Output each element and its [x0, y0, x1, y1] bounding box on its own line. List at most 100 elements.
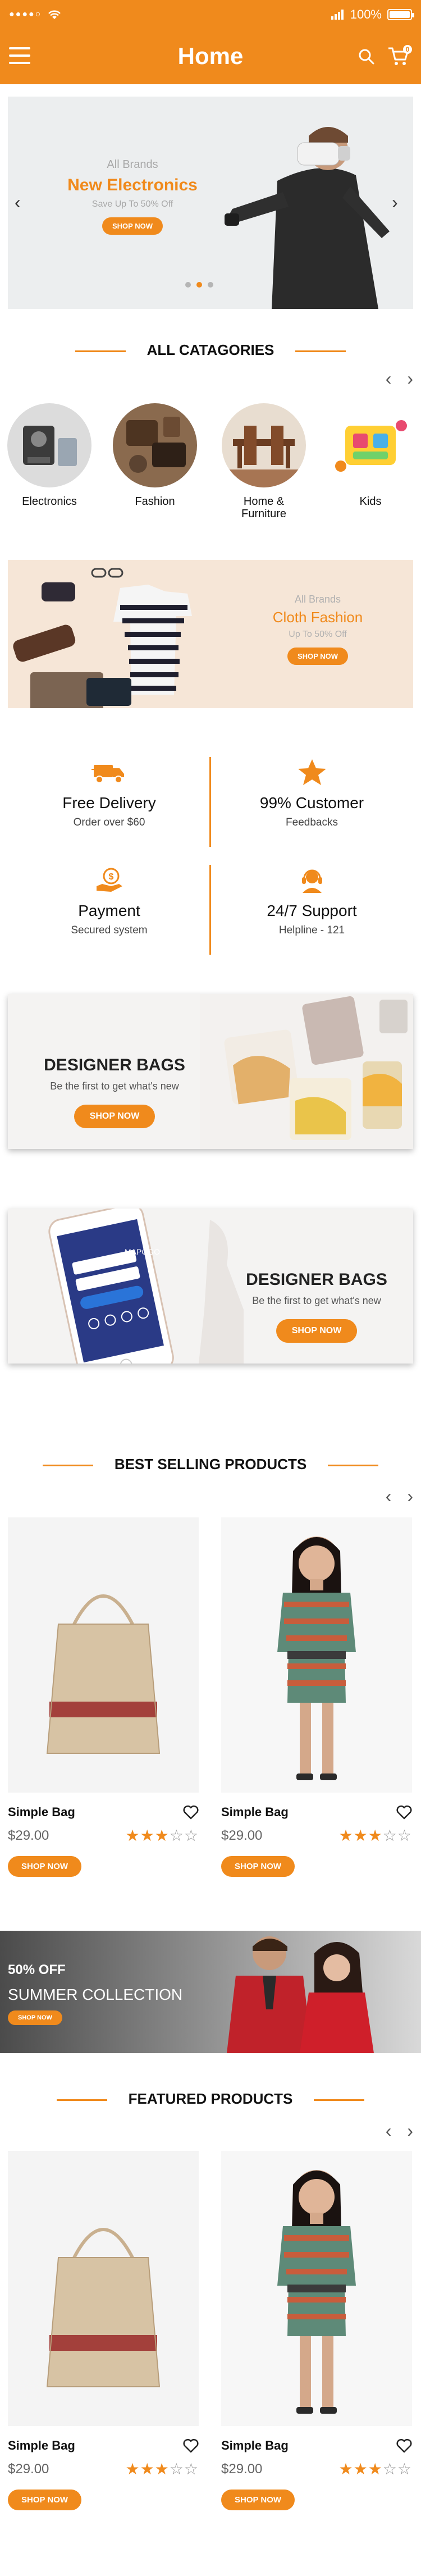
category-image: [113, 403, 197, 487]
product-name[interactable]: Simple Bag: [8, 2438, 75, 2453]
star-filled-icon: ★: [353, 1827, 368, 1844]
category-image: [222, 403, 306, 487]
soap-bars-image: [200, 994, 413, 1149]
summer-discount: 50% OFF: [8, 1962, 66, 1977]
star-empty-icon: ☆: [169, 2460, 184, 2478]
product-card[interactable]: Simple Bag $29.00 ★★★☆☆ SHOP NOW: [8, 1517, 199, 1877]
summer-collection-banner[interactable]: 50% OFF SUMMER COLLECTION SHOP NOW: [0, 1931, 421, 2053]
designer-bags-subtitle: Be the first to get what's new: [50, 1080, 179, 1092]
cloth-title: Cloth Fashion: [272, 609, 363, 626]
designer-bags-banner-soap[interactable]: DESIGNER BAGS Be the first to get what's…: [8, 994, 413, 1149]
best-selling-next-arrow[interactable]: ›: [407, 1486, 413, 1507]
category-label: Electronics: [22, 495, 77, 508]
best-selling-title-text: BEST SELLING PRODUCTS: [114, 1456, 307, 1472]
feature-support: 24/7 Support Helpline - 121: [210, 855, 413, 961]
feature-customer-feedback: 99% Customer Feedbacks: [210, 747, 413, 854]
category-electronics[interactable]: Electronics: [0, 403, 100, 508]
product-shop-now-button[interactable]: SHOP NOW: [8, 1856, 82, 1877]
category-kids[interactable]: Kids: [320, 403, 421, 508]
featured-next-arrow[interactable]: ›: [407, 2121, 413, 2141]
feature-subtitle: Secured system: [71, 924, 148, 936]
product-name[interactable]: Simple Bag: [221, 1805, 289, 1820]
battery-percent: 100%: [350, 7, 382, 21]
featured-prev-arrow[interactable]: ‹: [386, 2121, 392, 2141]
categories-next-arrow[interactable]: ›: [407, 368, 413, 389]
star-empty-icon: ☆: [397, 1827, 412, 1844]
category-fashion[interactable]: Fashion: [104, 403, 205, 508]
carousel-dot-active[interactable]: [196, 282, 202, 288]
categories-prev-arrow[interactable]: ‹: [386, 368, 392, 389]
category-label: Home & Furniture: [241, 495, 287, 520]
cloth-shop-now-button[interactable]: SHOP NOW: [287, 648, 348, 665]
battery-icon: [387, 9, 414, 20]
heart-icon[interactable]: [396, 1805, 412, 1820]
heart-icon[interactable]: [183, 2438, 199, 2453]
category-home-furniture[interactable]: Home & Furniture: [213, 403, 314, 520]
star-empty-icon: ☆: [382, 1827, 397, 1844]
cart-button[interactable]: 0: [387, 45, 412, 67]
carousel-dot[interactable]: [185, 282, 191, 288]
support-icon: [301, 869, 322, 893]
cloth-subtitle: All Brands: [294, 594, 341, 605]
feature-subtitle: Order over $60: [73, 817, 145, 828]
hero-banner[interactable]: ‹ › All Brands New Electronics Save Up T…: [8, 97, 413, 309]
star-filled-icon: ★: [154, 1827, 170, 1844]
hero-carousel-dots: [185, 282, 213, 288]
truck-icon: [91, 765, 124, 783]
carousel-dot[interactable]: [208, 282, 213, 288]
hero-offer: Save Up To 50% Off: [91, 199, 173, 209]
product-name[interactable]: Simple Bag: [221, 2438, 289, 2453]
feature-title: 99% Customer: [259, 794, 364, 811]
product-image[interactable]: [221, 1517, 412, 1793]
product-shop-now-button[interactable]: SHOP NOW: [221, 1856, 295, 1877]
product-card[interactable]: Simple Bag $29.00 ★★★☆☆ SHOP NOW: [8, 2151, 199, 2510]
star-empty-icon: ☆: [397, 2460, 412, 2478]
designer-bags-shop-now-button[interactable]: SHOP NOW: [276, 1319, 358, 1343]
payment-icon: $: [96, 868, 122, 892]
product-image[interactable]: [8, 1517, 199, 1793]
star-filled-icon: ★: [154, 2460, 170, 2478]
star-filled-icon: ★: [368, 2460, 383, 2478]
heart-icon[interactable]: [183, 1805, 199, 1820]
product-image[interactable]: [8, 2151, 199, 2426]
product-shop-now-button[interactable]: SHOP NOW: [221, 2490, 295, 2510]
star-filled-icon: ★: [368, 1827, 383, 1844]
rating-stars: ★★★☆☆: [125, 2460, 199, 2478]
hero-shop-now-button[interactable]: SHOP NOW: [102, 217, 163, 235]
heart-icon[interactable]: [396, 2438, 412, 2453]
best-selling-prev-arrow[interactable]: ‹: [386, 1486, 392, 1507]
phone-brand-text: MAPOGO: [125, 1247, 160, 1256]
star-empty-icon: ☆: [184, 2460, 199, 2478]
product-shop-now-button[interactable]: SHOP NOW: [8, 2490, 82, 2510]
cloth-fashion-banner[interactable]: All Brands Cloth Fashion Up To 50% Off S…: [8, 560, 413, 708]
rating-stars: ★★★☆☆: [125, 1826, 199, 1845]
svg-text:$: $: [108, 872, 113, 882]
search-button[interactable]: [357, 47, 376, 66]
star-filled-icon: ★: [140, 2460, 155, 2478]
category-label: Kids: [359, 495, 382, 508]
featured-nav: ‹ ›: [386, 2121, 413, 2141]
star-filled-icon: ★: [338, 1827, 354, 1844]
star-empty-icon: ☆: [169, 1827, 184, 1844]
designer-bags-text-block: DESIGNER BAGS Be the first to get what's…: [42, 1056, 187, 1128]
feature-title: 24/7 Support: [267, 902, 357, 919]
designer-bags-banner-phone[interactable]: MAPOGO DESIGNER BAGS Be the first to get…: [8, 1209, 413, 1364]
hero-prev-arrow[interactable]: ‹: [15, 192, 29, 215]
product-card[interactable]: Simple Bag $29.00 ★★★☆☆ SHOP NOW: [221, 1517, 412, 1877]
star-icon: [298, 759, 326, 785]
home-page: ●●●●○ 100% Home 0 ‹ › All Brands New Ele…: [0, 0, 421, 2576]
product-price: $29.00: [8, 1827, 49, 1843]
cart-count-badge: 0: [403, 45, 412, 54]
hero-vr-man-image: [210, 97, 401, 309]
status-bar: ●●●●○ 100%: [9, 7, 414, 21]
hero-next-arrow[interactable]: ›: [392, 192, 406, 215]
designer-bags-shop-now-button[interactable]: SHOP NOW: [74, 1105, 155, 1128]
product-image[interactable]: [221, 2151, 412, 2426]
product-card[interactable]: Simple Bag $29.00 ★★★☆☆ SHOP NOW: [221, 2151, 412, 2510]
categories-title-text: ALL CATAGORIES: [147, 341, 274, 358]
summer-shop-now-button[interactable]: SHOP NOW: [8, 2010, 62, 2025]
app-header: ●●●●○ 100% Home 0: [0, 0, 421, 84]
features-grid: Free Delivery Order over $60 99% Custome…: [8, 747, 413, 960]
product-name[interactable]: Simple Bag: [8, 1805, 75, 1820]
star-empty-icon: ☆: [382, 2460, 397, 2478]
